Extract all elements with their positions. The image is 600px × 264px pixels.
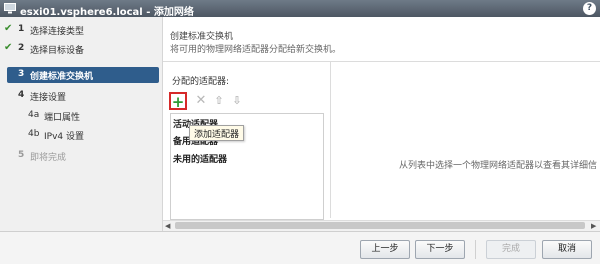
back-button[interactable]: 上一步 bbox=[360, 240, 410, 259]
step-select-target-device[interactable]: ✔ 2 选择目标设备 bbox=[0, 41, 162, 57]
move-down-button[interactable]: ⇩ bbox=[228, 92, 246, 110]
title-bar: esxi01.vsphere6.local - 添加网络 ? bbox=[0, 0, 600, 18]
step-label: 即将完成 bbox=[30, 153, 67, 163]
group-unused-adapters[interactable]: 未用的适配器 bbox=[173, 152, 227, 165]
step-number: 5 bbox=[18, 150, 25, 160]
step-number: 4a bbox=[28, 110, 40, 120]
scroll-left-icon[interactable]: ◀ bbox=[165, 222, 170, 230]
add-adapter-tooltip: 添加适配器 bbox=[189, 125, 245, 141]
step-ready-to-complete: 5 即将完成 bbox=[0, 148, 162, 164]
horizontal-scrollbar[interactable]: ◀ ▶ bbox=[163, 220, 600, 231]
move-up-button[interactable]: ⇧ bbox=[210, 92, 228, 110]
check-icon: ✔ bbox=[4, 23, 13, 34]
step-label: 选择目标设备 bbox=[30, 46, 85, 56]
step-label: 端口属性 bbox=[44, 113, 81, 123]
add-adapter-button[interactable]: + bbox=[169, 92, 187, 111]
page-description: 将可用的物理网络适配器分配给新交换机。 bbox=[170, 45, 342, 55]
wizard-steps: ✔ 1 选择连接类型 ✔ 2 选择目标设备 3 创建标准交换机 4 连接设置 4… bbox=[0, 17, 163, 231]
step-ipv4-settings[interactable]: 4b IPv4 设置 bbox=[0, 127, 162, 143]
check-icon: ✔ bbox=[4, 42, 13, 53]
step-label: 创建标准交换机 bbox=[30, 72, 94, 82]
footer-divider bbox=[475, 240, 476, 259]
help-button[interactable]: ? bbox=[583, 2, 596, 15]
cancel-button[interactable]: 取消 bbox=[542, 240, 592, 259]
next-button[interactable]: 下一步 bbox=[415, 240, 465, 259]
step-connection-settings[interactable]: 4 连接设置 bbox=[0, 88, 162, 104]
window-title: esxi01.vsphere6.local - 添加网络 bbox=[20, 7, 194, 18]
scroll-thumb[interactable] bbox=[175, 222, 585, 229]
step-select-connection-type[interactable]: ✔ 1 选择连接类型 bbox=[0, 22, 162, 38]
step-label: IPv4 设置 bbox=[44, 132, 84, 142]
dialog-footer: 上一步 下一步 完成 取消 bbox=[0, 231, 600, 264]
adapter-details-pane: 从列表中选择一个物理网络适配器以查看其详细信 bbox=[330, 62, 600, 218]
step-number: 4b bbox=[28, 129, 40, 139]
finish-button: 完成 bbox=[486, 240, 536, 259]
step-number: 2 bbox=[18, 43, 25, 53]
step-number: 3 bbox=[18, 69, 25, 79]
step-port-properties[interactable]: 4a 端口属性 bbox=[0, 108, 162, 124]
step-create-standard-switch[interactable]: 3 创建标准交换机 bbox=[7, 67, 159, 83]
details-hint: 从列表中选择一个物理网络适配器以查看其详细信 bbox=[399, 161, 598, 171]
page-title: 创建标准交换机 bbox=[170, 32, 234, 42]
step-label: 连接设置 bbox=[30, 93, 67, 103]
remove-adapter-button[interactable]: ✕ bbox=[192, 92, 210, 110]
network-icon bbox=[4, 3, 16, 14]
add-network-dialog: esxi01.vsphere6.local - 添加网络 ? ✔ 1 选择连接类… bbox=[0, 0, 600, 264]
step-number: 4 bbox=[18, 90, 25, 100]
scroll-right-icon[interactable]: ▶ bbox=[591, 222, 596, 230]
assigned-adapters-label: 分配的适配器: bbox=[172, 77, 230, 87]
step-label: 选择连接类型 bbox=[30, 27, 85, 37]
step-number: 1 bbox=[18, 24, 25, 34]
